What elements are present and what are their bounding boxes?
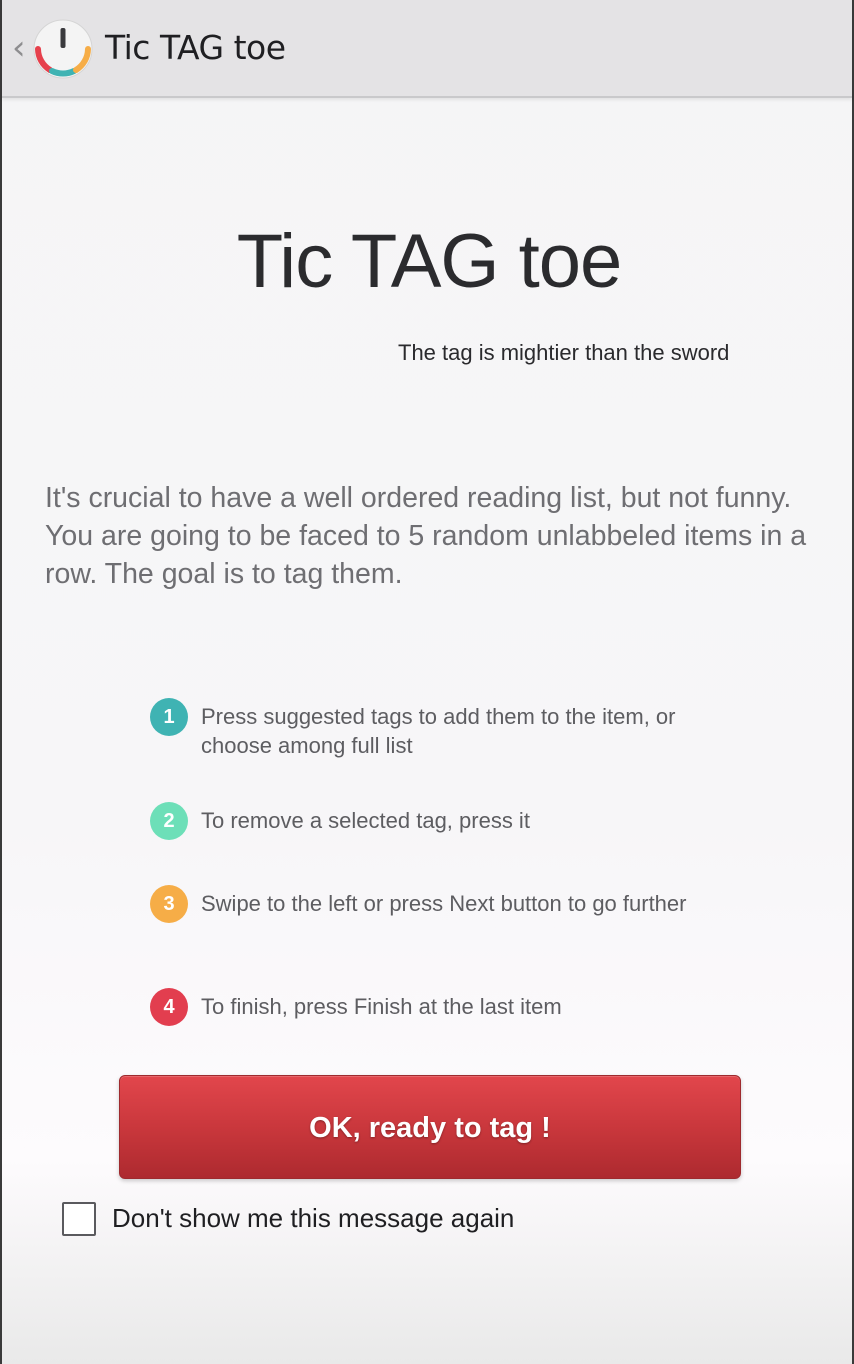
dont-show-checkbox[interactable] (62, 1202, 96, 1236)
step-number-badge: 4 (150, 988, 188, 1026)
step-text: Swipe to the left or press Next button t… (201, 891, 687, 916)
intro-text: It's crucial to have a well ordered read… (45, 482, 807, 590)
page-subtitle: The tag is mightier than the sword (398, 340, 730, 365)
step-text: To finish, press Finish at the last item (201, 994, 562, 1019)
step-number-badge: 2 (150, 802, 188, 840)
ok-ready-button[interactable]: OK, ready to tag ! (119, 1075, 741, 1179)
step-text: Press suggested tags to add them to the … (201, 704, 676, 758)
tictagtoe-logo-icon[interactable] (32, 18, 94, 80)
step-number-badge: 3 (150, 885, 188, 923)
dont-show-label[interactable]: Don't show me this message again (112, 1203, 514, 1234)
action-bar: ‹ Tic TAG toe (2, 0, 852, 98)
app-title: Tic TAG toe (105, 28, 286, 67)
step-text: To remove a selected tag, press it (201, 808, 530, 833)
back-chevron-icon[interactable]: ‹ (12, 30, 26, 66)
page-title: Tic TAG toe (236, 219, 623, 304)
step-number-badge: 1 (150, 698, 188, 736)
